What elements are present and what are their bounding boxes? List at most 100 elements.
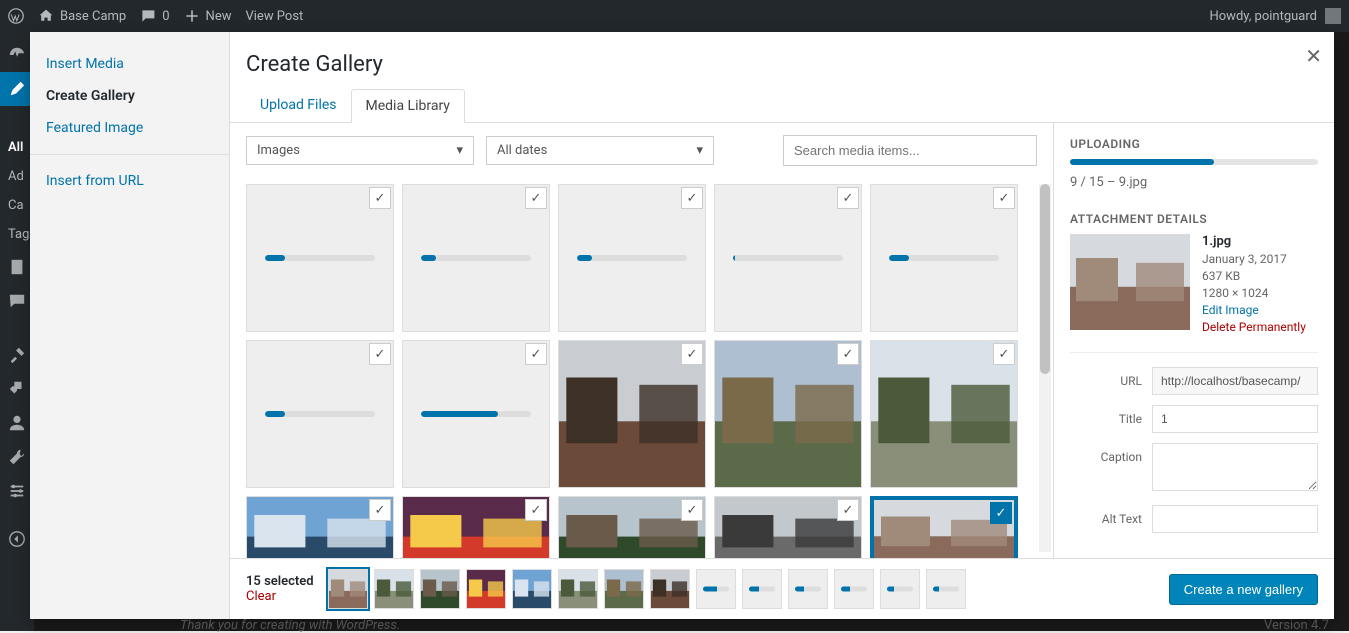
attachment-thumb[interactable]: ✓ <box>558 184 706 332</box>
submenu-all[interactable]: All <box>8 140 29 155</box>
clear-selection[interactable]: Clear <box>246 589 314 604</box>
create-gallery-button[interactable]: Create a new gallery <box>1169 574 1318 605</box>
check-icon[interactable]: ✓ <box>837 499 859 521</box>
submenu-tags[interactable]: Tag <box>8 227 29 242</box>
upload-progress <box>1070 159 1318 165</box>
attachment-thumb[interactable]: ✓ <box>870 340 1018 488</box>
uploading-heading: UPLOADING <box>1070 137 1318 151</box>
selection-mini[interactable] <box>926 569 966 609</box>
submenu-categories[interactable]: Ca <box>8 198 29 213</box>
attachment-thumb[interactable]: ✓ <box>402 340 550 488</box>
check-icon[interactable]: ✓ <box>525 187 547 209</box>
check-icon[interactable]: ✓ <box>681 187 703 209</box>
check-icon[interactable]: ✓ <box>369 343 391 365</box>
check-icon[interactable]: ✓ <box>525 343 547 365</box>
sidebar-insert-media[interactable]: Insert Media <box>30 48 229 80</box>
check-icon[interactable]: ✓ <box>990 502 1012 524</box>
attachment-thumb[interactable]: ✓ <box>714 184 862 332</box>
attachment-thumb[interactable]: ✓ <box>402 184 550 332</box>
delete-permanently-link[interactable]: Delete Permanently <box>1202 320 1306 334</box>
selection-mini[interactable] <box>374 569 414 609</box>
attachment-thumb[interactable]: ✓ <box>246 496 394 558</box>
url-label: URL <box>1070 367 1142 388</box>
check-icon[interactable]: ✓ <box>681 343 703 365</box>
search-input[interactable] <box>783 135 1037 166</box>
attachment-thumb[interactable]: ✓ <box>558 340 706 488</box>
submenu-add[interactable]: Ad <box>8 169 29 184</box>
scrollbar[interactable] <box>1039 184 1051 552</box>
title-field[interactable] <box>1152 405 1318 433</box>
selection-mini[interactable] <box>466 569 506 609</box>
check-icon[interactable]: ✓ <box>369 499 391 521</box>
check-icon[interactable]: ✓ <box>993 343 1015 365</box>
modal-sidebar: Insert Media Create Gallery Featured Ima… <box>30 32 230 619</box>
attachment-thumb[interactable]: ✓ <box>870 184 1018 332</box>
selection-mini[interactable] <box>420 569 460 609</box>
edit-image-link[interactable]: Edit Image <box>1202 303 1306 317</box>
selection-mini[interactable] <box>742 569 782 609</box>
appearance-icon[interactable] <box>0 338 34 372</box>
close-icon[interactable]: ✕ <box>1305 44 1322 68</box>
attachment-thumb[interactable]: ✓ <box>246 184 394 332</box>
new-link[interactable]: New <box>184 8 232 24</box>
attachment-thumb[interactable]: ✓ <box>558 496 706 558</box>
new-label: New <box>206 9 232 24</box>
site-link[interactable]: Base Camp <box>38 8 126 24</box>
sidebar-insert-from-url[interactable]: Insert from URL <box>30 165 229 197</box>
comments-icon[interactable] <box>0 284 34 318</box>
modal-tabs: Upload Files Media Library <box>230 89 1334 123</box>
selection-mini[interactable] <box>650 569 690 609</box>
modal-title: Create Gallery <box>230 32 1334 89</box>
filter-date-select[interactable]: All dates <box>486 136 714 165</box>
howdy[interactable]: Howdy, pointguard <box>1209 8 1341 24</box>
attachment-thumb[interactable]: ✓ <box>714 340 862 488</box>
filter-type-select[interactable]: Images <box>246 136 474 165</box>
tab-media-library[interactable]: Media Library <box>351 89 465 123</box>
attachments-browser: Images All dates ✓ ✓ ✓ ✓ ✓ ✓ ✓ ✓ ✓ ✓ ✓ <box>230 123 1054 558</box>
collapse-icon[interactable] <box>0 522 34 556</box>
selection-mini[interactable] <box>604 569 644 609</box>
check-icon[interactable]: ✓ <box>525 499 547 521</box>
posts-icon[interactable] <box>0 72 34 106</box>
selection-mini[interactable] <box>696 569 736 609</box>
url-field[interactable] <box>1152 367 1318 395</box>
selection-mini[interactable] <box>880 569 920 609</box>
upload-status: 9 / 15 – 9.jpg <box>1070 175 1318 190</box>
attachment-date: January 3, 2017 <box>1202 252 1306 266</box>
view-post-link[interactable]: View Post <box>245 9 303 24</box>
attachment-dimensions: 1280 × 1024 <box>1202 286 1306 300</box>
admin-menu <box>0 32 34 631</box>
alt-field[interactable] <box>1152 505 1318 533</box>
selection-mini[interactable] <box>788 569 828 609</box>
check-icon[interactable]: ✓ <box>837 187 859 209</box>
attachment-heading: ATTACHMENT DETAILS <box>1070 212 1318 226</box>
check-icon[interactable]: ✓ <box>681 499 703 521</box>
check-icon[interactable]: ✓ <box>993 187 1015 209</box>
attachment-thumb[interactable]: ✓ <box>402 496 550 558</box>
pages-icon[interactable] <box>0 250 34 284</box>
caption-field[interactable] <box>1152 443 1318 491</box>
attachment-thumb[interactable]: ✓ <box>870 496 1018 558</box>
sidebar-create-gallery[interactable]: Create Gallery <box>30 80 229 112</box>
plugins-icon[interactable] <box>0 372 34 406</box>
title-label: Title <box>1070 405 1142 426</box>
selection-mini[interactable] <box>834 569 874 609</box>
check-icon[interactable]: ✓ <box>369 187 391 209</box>
tab-upload-files[interactable]: Upload Files <box>246 89 351 122</box>
comments-link[interactable]: 0 <box>140 8 169 24</box>
check-icon[interactable]: ✓ <box>837 343 859 365</box>
site-name: Base Camp <box>60 9 126 24</box>
sidebar-featured-image[interactable]: Featured Image <box>30 112 229 144</box>
selection-mini[interactable] <box>558 569 598 609</box>
wp-logo-icon[interactable] <box>8 8 24 24</box>
attachment-thumb[interactable]: ✓ <box>246 340 394 488</box>
settings-icon[interactable] <box>0 474 34 508</box>
selection-mini[interactable] <box>512 569 552 609</box>
attachment-thumb[interactable]: ✓ <box>714 496 862 558</box>
selection-mini[interactable] <box>328 569 368 609</box>
attachment-thumbnail <box>1070 234 1190 330</box>
attachment-filename: 1.jpg <box>1202 234 1306 249</box>
tools-icon[interactable] <box>0 440 34 474</box>
dashboard-icon[interactable] <box>0 38 34 72</box>
users-icon[interactable] <box>0 406 34 440</box>
